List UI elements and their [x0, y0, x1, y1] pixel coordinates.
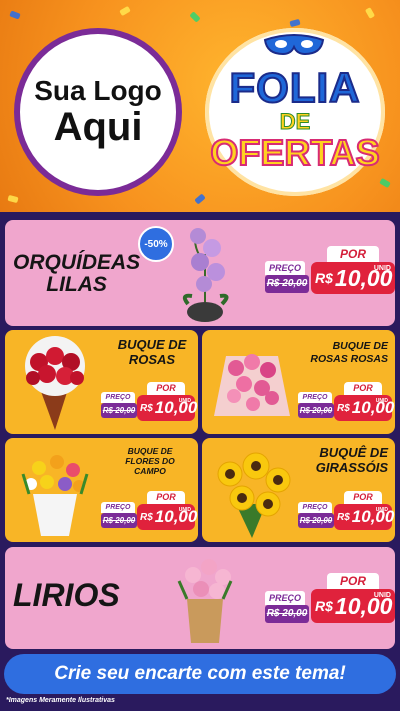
- product-card-buque-rosas-rosas[interactable]: BUQUE DE ROSAS ROSAS PREÇO R$ 20,00 POR …: [202, 330, 395, 434]
- old-price: R$ 20,00: [265, 275, 309, 293]
- price-unit: UNID: [178, 398, 191, 404]
- logo-placeholder: Sua Logo Aqui: [14, 28, 182, 196]
- product-title-line: GIRASSÓIS: [315, 459, 388, 475]
- folia-de-ofertas-badge: FOLIA DE OFERTAS: [205, 28, 385, 196]
- header-banner: Sua Logo Aqui FOLIA DE OFERTAS: [0, 0, 400, 212]
- confetti: [119, 5, 131, 17]
- product-title-line: LILAS: [46, 273, 107, 297]
- product-title: BUQUÊ DE GIRASSÓIS: [300, 445, 388, 476]
- product-card-flores-do-campo[interactable]: BUQUE DE FLORES DO CAMPO PREÇO R$ 20,00 …: [5, 438, 198, 542]
- logo-line-2: Aqui: [53, 104, 143, 149]
- product-title: BUQUE DE FLORES DO CAMPO: [107, 446, 193, 477]
- price-unit: UNID: [375, 507, 388, 513]
- price-tag: R$ 10,00 UNID: [137, 504, 197, 530]
- price-tag: R$ 10,00 UNID: [334, 504, 394, 530]
- old-price: R$ 20,00: [265, 605, 309, 623]
- confetti: [194, 193, 206, 205]
- por-label: POR: [344, 382, 382, 395]
- old-price: R$ 20,00: [101, 513, 137, 528]
- pink-roses-bouquet-image: [214, 354, 290, 416]
- product-title-line: BUQUÊ DE: [319, 445, 388, 460]
- old-price: R$ 20,00: [298, 513, 334, 528]
- product-title: LIRIOS: [13, 577, 120, 613]
- por-label: POR: [147, 382, 185, 395]
- badge-title-folia: FOLIA: [229, 64, 361, 111]
- old-price: R$ 20,00: [298, 403, 334, 418]
- product-title-line: BUQUE DE: [117, 337, 187, 352]
- preco-label: PREÇO: [101, 392, 135, 403]
- confetti: [189, 11, 201, 23]
- preco-label: PREÇO: [298, 392, 332, 403]
- currency-symbol: R$: [140, 511, 153, 523]
- orchid-image: [182, 228, 229, 322]
- product-card-orquideas[interactable]: ORQUÍDEAS LILAS -50% PREÇO R$ 20,00 POR …: [5, 220, 395, 326]
- confetti: [9, 10, 21, 20]
- por-label: POR: [344, 491, 382, 504]
- por-label: POR: [147, 491, 185, 504]
- por-label: POR: [327, 573, 379, 589]
- price-tag: R$ 10,00 UNID: [137, 395, 197, 421]
- price-unit: UNID: [373, 592, 391, 599]
- product-title: BUQUE DE ROSAS: [109, 337, 195, 368]
- product-title-line: CAMPO: [134, 466, 166, 477]
- preco-label: PREÇO: [298, 502, 332, 513]
- product-title-line: FLORES DO: [125, 456, 175, 467]
- currency-symbol: R$: [140, 402, 153, 414]
- price-unit: UNID: [178, 507, 191, 513]
- product-title-line: ORQUÍDEAS: [13, 251, 141, 274]
- discount-badge: -50%: [138, 226, 174, 262]
- cta-create-flyer[interactable]: Crie seu encarte com este tema!: [4, 654, 396, 694]
- logo-line-1: Sua Logo: [34, 75, 162, 107]
- product-title-line: ROSAS: [128, 351, 176, 367]
- confetti: [7, 194, 19, 204]
- price-unit: UNID: [375, 398, 388, 404]
- product-title: BUQUE DE ROSAS ROSAS: [298, 340, 388, 365]
- lilies-bouquet-image: [177, 559, 233, 643]
- currency-symbol: R$: [337, 511, 350, 523]
- preco-label: PREÇO: [265, 261, 305, 275]
- product-title-line: ROSAS ROSAS: [310, 352, 388, 365]
- confetti: [289, 18, 301, 28]
- product-card-girassois[interactable]: BUQUÊ DE GIRASSÓIS PREÇO R$ 20,00 POR R$…: [202, 438, 395, 542]
- por-label: POR: [327, 246, 379, 262]
- product-title-line: BUQUE DE: [127, 446, 173, 456]
- currency-symbol: R$: [337, 402, 350, 414]
- product-card-lirios[interactable]: LIRIOS PREÇO R$ 20,00 POR R$ 10,00 UNID: [5, 547, 395, 649]
- currency-symbol: R$: [315, 598, 333, 614]
- badge-title-de: DE: [279, 109, 311, 134]
- confetti: [379, 177, 391, 189]
- price-tag: R$ 10,00 UNID: [334, 395, 394, 421]
- illustrative-images-note: *Imagens Meramente Ilustrativas: [6, 697, 115, 704]
- price-tag: R$ 10,00 UNID: [311, 262, 395, 294]
- sunflowers-bouquet-image: [217, 452, 291, 538]
- old-price: R$ 20,00: [101, 403, 137, 418]
- product-title: ORQUÍDEAS LILAS: [13, 251, 141, 297]
- price-unit: UNID: [373, 265, 391, 272]
- preco-label: PREÇO: [101, 502, 135, 513]
- price-tag: R$ 10,00 UNID: [311, 589, 395, 623]
- product-title-line: BUQUE DE: [332, 340, 388, 352]
- carnival-mask-icon: [263, 34, 325, 56]
- roses-bouquet-image: [25, 336, 85, 430]
- wildflowers-bouquet-image: [21, 455, 89, 536]
- currency-symbol: R$: [315, 270, 333, 286]
- confetti: [364, 7, 376, 19]
- badge-title-ofertas: OFERTAS: [209, 132, 380, 173]
- product-card-buque-rosas[interactable]: BUQUE DE ROSAS PREÇO R$ 20,00 POR R$ 10,…: [5, 330, 198, 434]
- preco-label: PREÇO: [265, 591, 305, 605]
